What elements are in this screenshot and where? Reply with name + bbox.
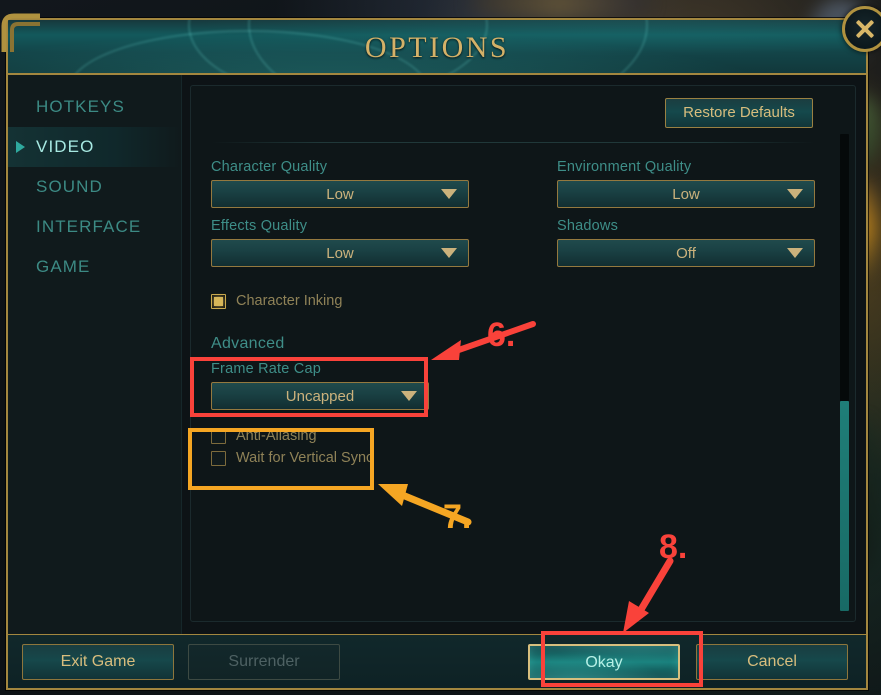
okay-button[interactable]: Okay: [528, 643, 680, 680]
setting-frame-rate-cap: Frame Rate Cap Uncapped: [211, 361, 429, 410]
section-divider: [211, 142, 815, 143]
dropdown-value: Low: [326, 185, 354, 203]
sidebar-item-game[interactable]: GAME: [8, 247, 181, 287]
chevron-down-icon: [441, 248, 457, 258]
setting-shadows: Shadows Off: [557, 218, 815, 267]
dialog-titlebar: OPTIONS: [8, 20, 866, 75]
scrollbar-thumb[interactable]: [840, 401, 849, 611]
setting-label: Environment Quality: [557, 159, 692, 175]
footer-right-actions: Okay Cancel: [528, 643, 852, 680]
close-icon[interactable]: [842, 6, 881, 52]
sidebar-item-label: SOUND: [36, 177, 103, 196]
dialog-footer: Exit Game Surrender Okay Cancel: [8, 634, 866, 688]
chevron-down-icon: [787, 248, 803, 258]
quality-settings-grid: Character Quality Low Environment Qualit…: [211, 159, 815, 275]
dropdown-value: Uncapped: [285, 387, 355, 405]
character-inking-label: Character Inking: [236, 293, 343, 309]
shadows-dropdown[interactable]: Off: [557, 239, 815, 267]
setting-label: Effects Quality: [211, 218, 308, 234]
setting-character-quality: Character Quality Low: [211, 159, 469, 208]
vertical-sync-label: Wait for Vertical Sync: [236, 450, 374, 466]
sidebar-item-sound[interactable]: SOUND: [8, 167, 181, 207]
setting-environment-quality: Environment Quality Low: [557, 159, 815, 208]
chevron-down-icon: [401, 391, 417, 401]
page-title: OPTIONS: [364, 31, 510, 64]
character-inking-checkbox-row[interactable]: Character Inking: [211, 293, 815, 309]
sidebar-item-hotkeys[interactable]: HOTKEYS: [8, 87, 181, 127]
dialog-body: HOTKEYS VIDEO SOUND INTERFACE GAME Resto…: [8, 75, 866, 634]
screen: OPTIONS HOTKEYS VIDEO SOUND INTERFACE GA…: [0, 0, 881, 695]
setting-effects-quality: Effects Quality Low: [211, 218, 469, 267]
setting-label: Frame Rate Cap: [211, 361, 321, 377]
restore-defaults-row: Restore Defaults: [211, 98, 815, 128]
advanced-settings: Frame Rate Cap Uncapped Anti-Aliasing Wa…: [211, 361, 429, 466]
dropdown-value: Low: [672, 185, 700, 203]
cancel-button[interactable]: Cancel: [696, 643, 848, 680]
anti-aliasing-checkbox-row[interactable]: Anti-Aliasing: [211, 428, 429, 444]
restore-defaults-button[interactable]: Restore Defaults: [665, 98, 813, 128]
sidebar-item-video[interactable]: VIDEO: [8, 127, 181, 167]
dropdown-value: Off: [676, 244, 696, 262]
chevron-down-icon: [787, 189, 803, 199]
chevron-down-icon: [441, 189, 457, 199]
frame-rate-cap-dropdown[interactable]: Uncapped: [211, 382, 429, 410]
character-inking-checkbox[interactable]: [211, 293, 226, 309]
setting-label: Character Quality: [211, 159, 328, 175]
character-quality-dropdown[interactable]: Low: [211, 180, 469, 208]
sidebar-item-label: HOTKEYS: [36, 97, 125, 116]
options-dialog: OPTIONS HOTKEYS VIDEO SOUND INTERFACE GA…: [1, 6, 881, 690]
anti-aliasing-label: Anti-Aliasing: [236, 428, 317, 444]
advanced-section-heading: Advanced: [211, 335, 285, 352]
sidebar-item-label: VIDEO: [36, 137, 95, 156]
sidebar: HOTKEYS VIDEO SOUND INTERFACE GAME: [8, 75, 182, 634]
sidebar-item-interface[interactable]: INTERFACE: [8, 207, 181, 247]
settings-scrollbar[interactable]: [840, 134, 849, 611]
anti-aliasing-checkbox[interactable]: [211, 428, 226, 444]
sidebar-item-label: INTERFACE: [36, 217, 142, 236]
dropdown-value: Low: [326, 244, 354, 262]
background-blob: [470, 0, 650, 20]
effects-quality-dropdown[interactable]: Low: [211, 239, 469, 267]
exit-game-button[interactable]: Exit Game: [22, 643, 174, 680]
setting-label: Shadows: [557, 218, 619, 234]
video-settings-panel: Restore Defaults Character Quality Low E…: [190, 85, 856, 622]
vertical-sync-checkbox-row[interactable]: Wait for Vertical Sync: [211, 450, 429, 466]
vertical-sync-checkbox[interactable]: [211, 450, 226, 466]
surrender-button: Surrender: [188, 643, 340, 680]
sidebar-item-label: GAME: [36, 257, 91, 276]
environment-quality-dropdown[interactable]: Low: [557, 180, 815, 208]
settings-content: Restore Defaults Character Quality Low E…: [191, 86, 855, 621]
